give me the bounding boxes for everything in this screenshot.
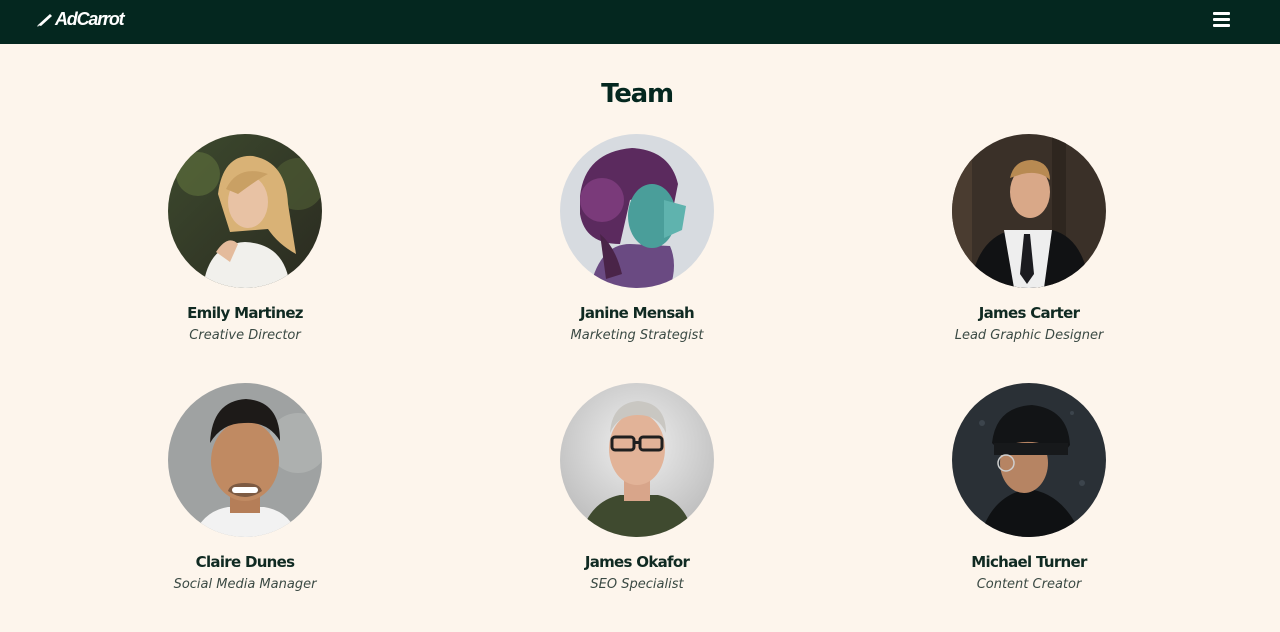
- hamburger-menu-icon: [1213, 12, 1230, 27]
- navbar: AdCarrot: [0, 0, 1280, 44]
- member-role: Creative Director: [189, 328, 301, 343]
- member-role: Content Creator: [976, 577, 1082, 592]
- brand-logo[interactable]: AdCarrot: [36, 8, 125, 30]
- menu-button[interactable]: [1212, 10, 1232, 30]
- portrait-photo: [560, 134, 714, 288]
- avatar: [168, 134, 322, 288]
- member-name: Claire Dunes: [195, 553, 295, 571]
- member-name: Emily Martinez: [187, 304, 303, 322]
- member-name: James Carter: [978, 304, 1080, 322]
- team-heading: Team: [601, 79, 674, 109]
- avatar: [168, 383, 322, 537]
- avatar: [560, 134, 714, 288]
- portrait-photo: [168, 134, 322, 288]
- member-name: Michael Turner: [971, 553, 1087, 571]
- brand-name: AdCarrot: [55, 9, 125, 29]
- team-member-card: Michael Turner Content Creator: [909, 383, 1149, 594]
- member-role: Social Media Manager: [173, 577, 317, 592]
- avatar: [952, 383, 1106, 537]
- team-member-card: James Okafor SEO Specialist: [517, 383, 757, 594]
- portrait-photo: [168, 383, 322, 537]
- carrot-logo-icon: [37, 14, 52, 27]
- member-role: SEO Specialist: [590, 577, 684, 592]
- team-member-card: Claire Dunes Social Media Manager: [125, 383, 365, 594]
- portrait-photo: [560, 383, 714, 537]
- member-role: Lead Graphic Designer: [954, 328, 1104, 343]
- portrait-photo: [952, 134, 1106, 288]
- member-name: Janine Mensah: [579, 304, 695, 322]
- avatar: [560, 383, 714, 537]
- member-role: Marketing Strategist: [570, 328, 704, 343]
- portrait-photo: [952, 383, 1106, 537]
- member-name: James Okafor: [584, 553, 690, 571]
- team-member-card: James Carter Lead Graphic Designer: [909, 134, 1149, 345]
- team-member-card: Janine Mensah Marketing Strategist: [517, 134, 757, 345]
- team-member-card: Emily Martinez Creative Director: [125, 134, 365, 345]
- avatar: [952, 134, 1106, 288]
